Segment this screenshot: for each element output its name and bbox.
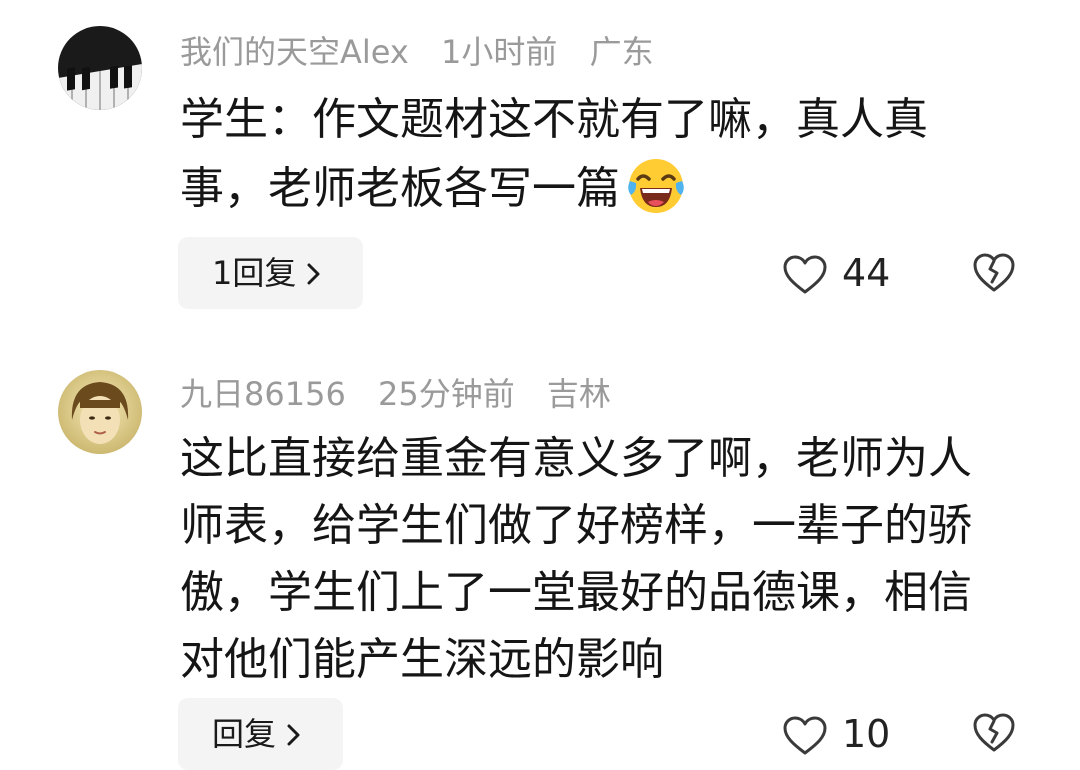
comment-text-block: 学生：作文题材这不就有了嘛，真人真事，老师老板各写一篇 xyxy=(180,86,1010,222)
location: 广东 xyxy=(589,33,654,71)
dislike-button[interactable] xyxy=(972,252,1016,296)
timestamp: 25分钟前 xyxy=(377,375,515,413)
comment-meta: 我们的天空Alex 1小时前 广东 xyxy=(180,30,676,74)
heart-icon xyxy=(783,255,827,294)
username[interactable]: 我们的天空Alex xyxy=(180,33,409,71)
like-count: 10 xyxy=(842,712,891,756)
reply-label: 回复 xyxy=(212,715,277,753)
avatar[interactable] xyxy=(58,370,142,454)
reply-label: 1回复 xyxy=(212,254,297,292)
broken-heart-icon xyxy=(973,253,1015,292)
timestamp: 1小时前 xyxy=(441,33,558,71)
heart-icon xyxy=(783,716,827,755)
view-replies-button[interactable]: 1回复 xyxy=(178,237,363,309)
chevron-right-icon xyxy=(307,263,320,285)
username[interactable]: 九日86156 xyxy=(180,375,346,413)
comment-meta: 九日86156 25分钟前 吉林 xyxy=(180,372,633,416)
laughing-tears-emoji-icon xyxy=(628,159,684,213)
comment-text: 学生：作文题材这不就有了嘛，真人真事，老师老板各写一篇 xyxy=(180,94,928,214)
broken-heart-icon xyxy=(973,713,1015,752)
comment-text: 这比直接给重金有意义多了啊，老师为人师表，给学生们做了好榜样，一辈子的骄傲，学生… xyxy=(180,433,972,685)
comment-text-block: 这比直接给重金有意义多了啊，老师为人师表，给学生们做了好榜样，一辈子的骄傲，学生… xyxy=(180,425,1010,693)
reply-button[interactable]: 回复 xyxy=(178,698,343,770)
dislike-button[interactable] xyxy=(972,712,1016,756)
piano-keys-avatar xyxy=(58,26,142,110)
portrait-avatar xyxy=(58,370,142,454)
chevron-right-icon xyxy=(287,724,300,746)
like-button[interactable]: 44 xyxy=(782,237,890,309)
like-button[interactable]: 10 xyxy=(782,698,890,770)
avatar[interactable] xyxy=(58,26,142,110)
like-count: 44 xyxy=(842,251,891,295)
location: 吉林 xyxy=(546,375,611,413)
